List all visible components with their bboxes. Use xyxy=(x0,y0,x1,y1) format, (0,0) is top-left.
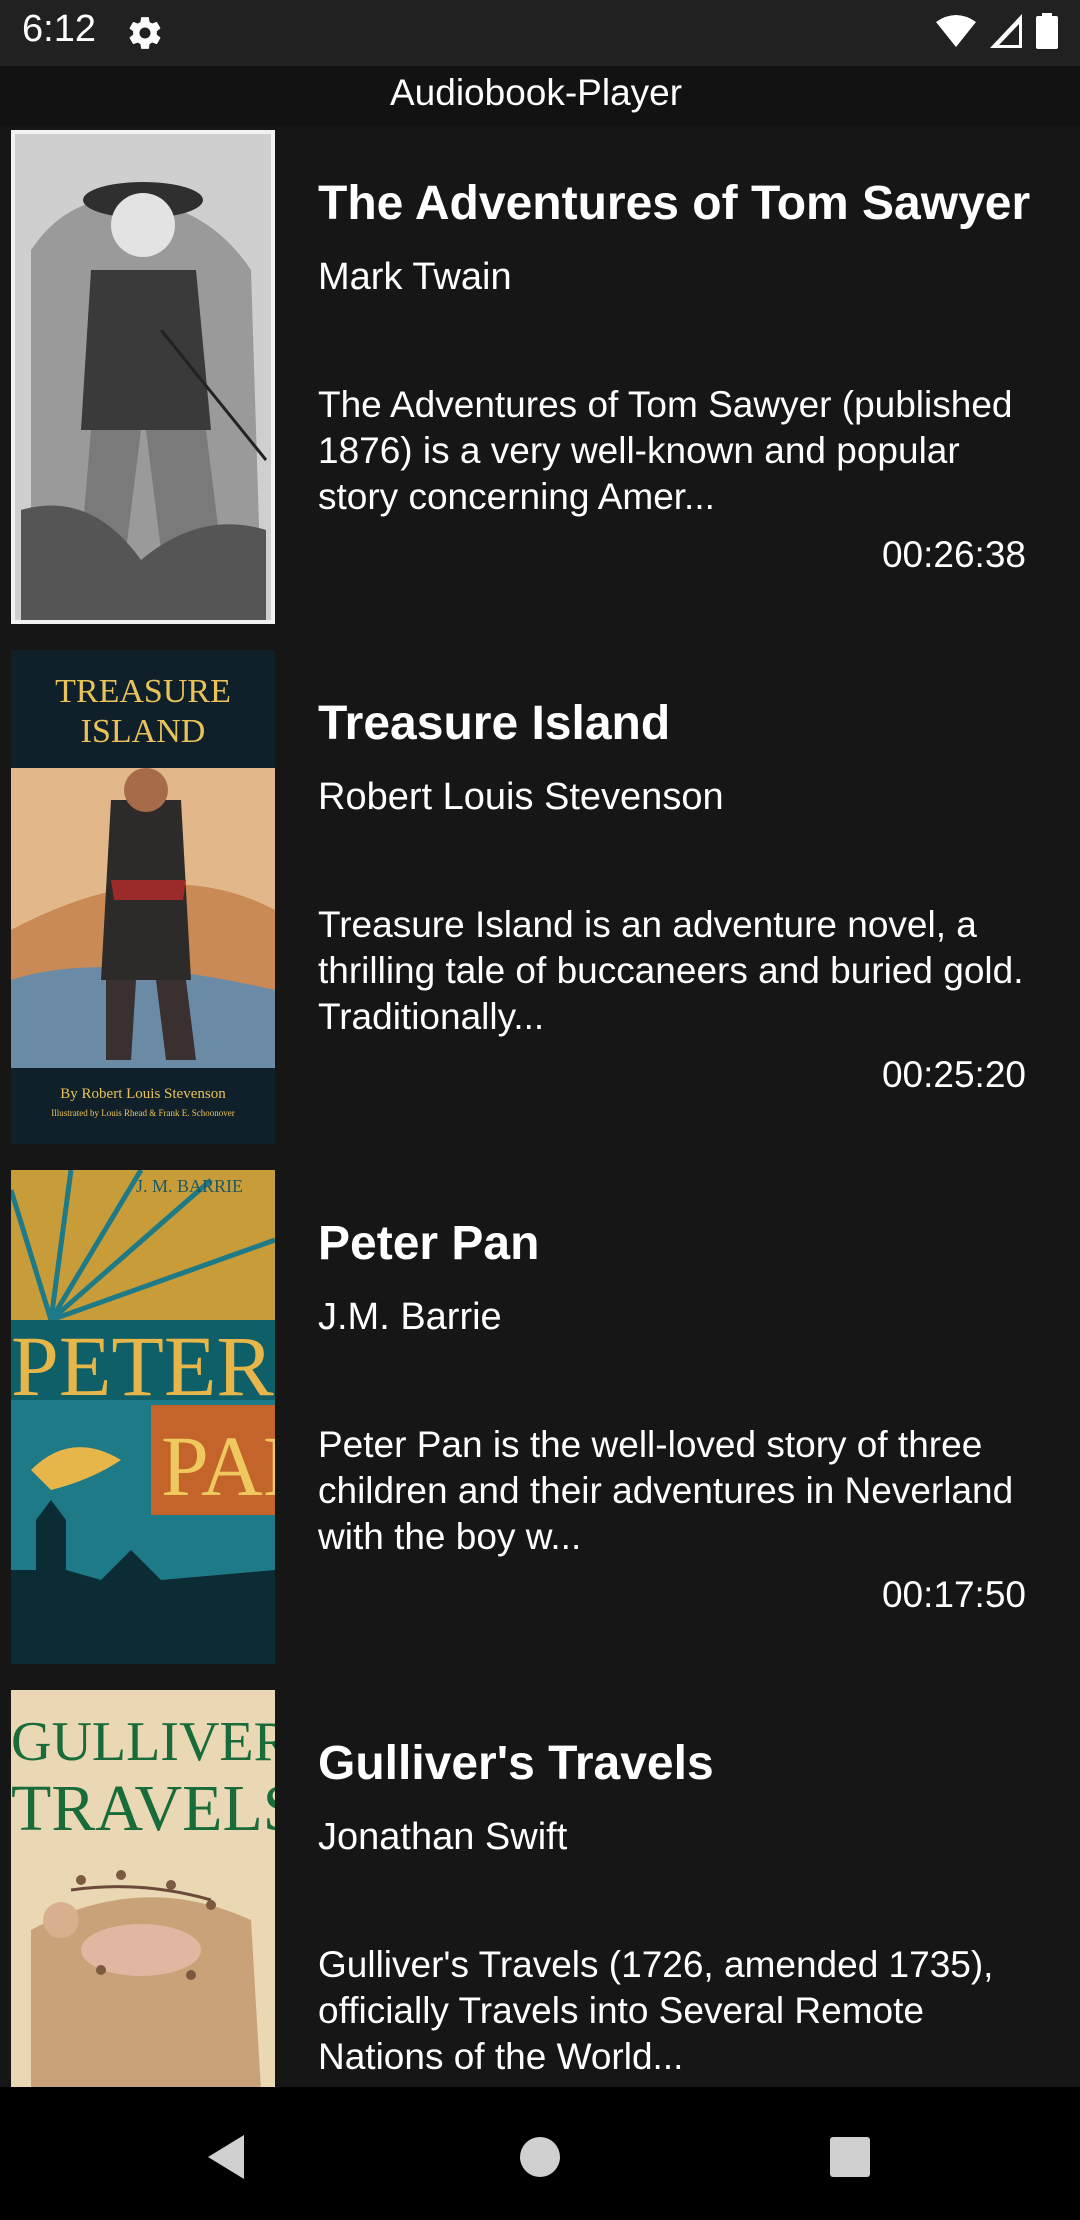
home-icon[interactable] xyxy=(510,2127,570,2187)
cover-byline: J. M. BARRIE xyxy=(136,1176,243,1196)
status-time: 6:12 xyxy=(22,8,96,50)
navigation-bar xyxy=(0,2087,1080,2220)
back-icon[interactable] xyxy=(200,2127,260,2187)
book-duration: 00:26:38 xyxy=(881,534,1026,575)
cover-image: GULLIVER'S TRAVELS xyxy=(11,1690,275,2087)
book-list[interactable]: The Adventures of Tom Sawyer Mark Twain … xyxy=(0,126,1080,2087)
cover-credit: Illustrated by Louis Rhead & Frank E. Sc… xyxy=(51,1108,234,1118)
book-item-peter-pan[interactable]: PETER PAN J. M. BARRIE Peter Pan J.M. Ba… xyxy=(0,1166,1080,1686)
battery-icon xyxy=(1036,12,1058,54)
cover-title-line1: GULLIVER'S xyxy=(11,1711,275,1773)
book-duration: 00:25:20 xyxy=(881,1054,1026,1095)
signal-icon xyxy=(990,13,1022,53)
book-title: Peter Pan xyxy=(318,1217,540,1270)
book-title: The Adventures of Tom Sawyer xyxy=(318,177,1031,230)
cover-title-line1: TREASURE xyxy=(55,673,231,710)
book-description: Treasure Island is an adventure novel, a… xyxy=(318,904,1024,1037)
app-bar: Audiobook-Player xyxy=(0,66,1080,126)
cover-image: TREASURE ISLAND By Robert Louis Stevenso… xyxy=(11,650,275,1144)
book-description: Peter Pan is the well-loved story of thr… xyxy=(318,1424,1014,1557)
book-item-gullivers-travels[interactable]: GULLIVER'S TRAVELS Gulliver's Travels Jo… xyxy=(0,1686,1080,2087)
cover-image: PETER PAN J. M. BARRIE xyxy=(11,1170,275,1664)
app-title: Audiobook-Player xyxy=(390,72,683,113)
book-author: J.M. Barrie xyxy=(318,1296,502,1338)
cover-title-line2: TRAVELS xyxy=(11,1772,275,1845)
status-bar: 6:12 xyxy=(0,0,1080,66)
book-description: Gulliver's Travels (1726, amended 1735),… xyxy=(318,1944,994,2077)
book-duration: 00:17:50 xyxy=(881,1574,1026,1615)
book-author: Mark Twain xyxy=(318,256,512,298)
book-item-treasure-island[interactable]: TREASURE ISLAND By Robert Louis Stevenso… xyxy=(0,646,1080,1166)
book-author: Jonathan Swift xyxy=(318,1816,568,1858)
wifi-icon xyxy=(936,14,976,53)
gear-icon xyxy=(126,14,164,52)
cover-image xyxy=(11,130,275,624)
cover-title-line2: ISLAND xyxy=(81,713,206,750)
status-icons xyxy=(936,12,1058,54)
book-author: Robert Louis Stevenson xyxy=(318,776,724,818)
book-title: Gulliver's Travels xyxy=(318,1737,714,1790)
recents-icon[interactable] xyxy=(820,2127,880,2187)
cover-title-line1: PETER xyxy=(11,1318,274,1414)
cover-title-line2: PAN xyxy=(161,1418,275,1514)
book-title: Treasure Island xyxy=(318,697,671,750)
book-item-tom-sawyer[interactable]: The Adventures of Tom Sawyer Mark Twain … xyxy=(0,126,1080,646)
book-description: The Adventures of Tom Sawyer (published … xyxy=(318,384,1013,517)
cover-byline: By Robert Louis Stevenson xyxy=(60,1086,226,1102)
